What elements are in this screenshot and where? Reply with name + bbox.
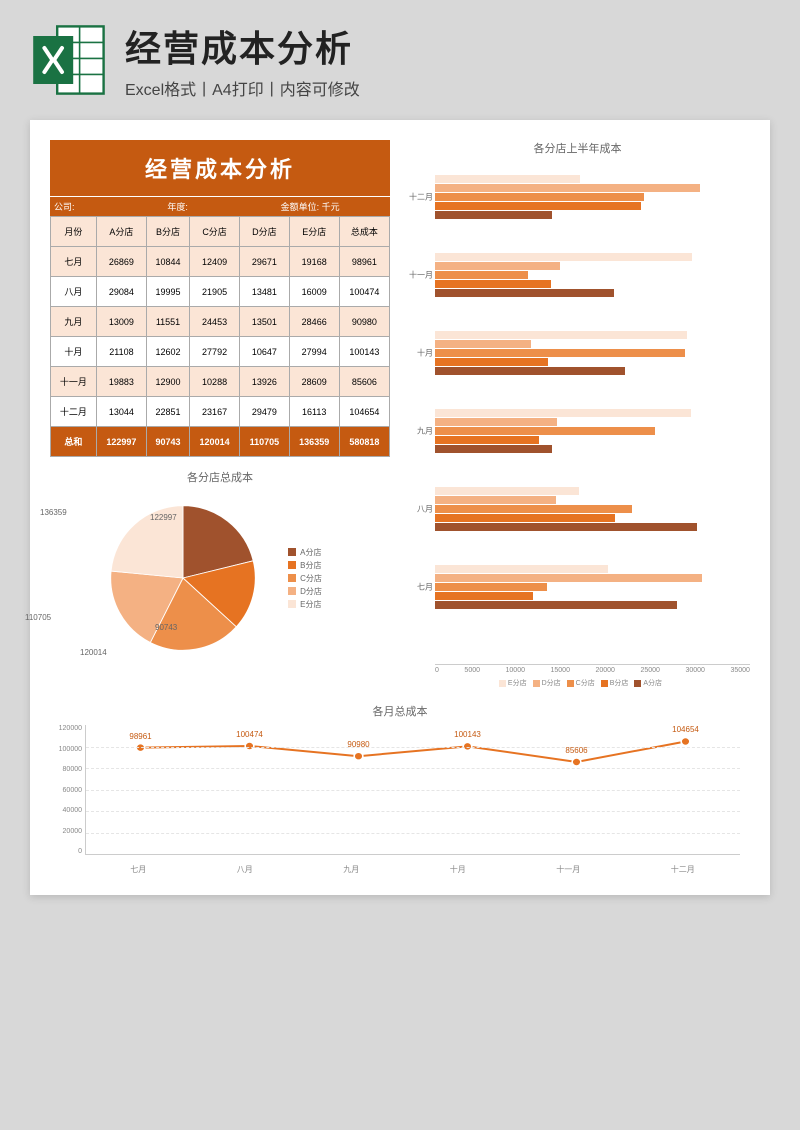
table-header: 总成本 xyxy=(339,217,389,247)
table-row: 十二月1304422851231672947916113104654 xyxy=(51,397,390,427)
pie-title: 各分店总成本 xyxy=(50,469,390,485)
table-header: 月份 xyxy=(51,217,97,247)
table-row: 七月268691084412409296711916898961 xyxy=(51,247,390,277)
excel-icon xyxy=(30,20,110,100)
meta-unit: 金额单位: 千元 xyxy=(277,197,390,216)
hbar-title: 各分店上半年成本 xyxy=(405,140,750,156)
meta-year: 年度: xyxy=(163,197,276,216)
page-title-banner: 经营成本分析 xyxy=(50,140,390,196)
document-page: 经营成本分析 公司: 年度: 金额单位: 千元 月份A分店B分店C分店D分店E分… xyxy=(30,120,770,895)
template-header: 经营成本分析 Excel格式丨A4打印丨内容可修改 xyxy=(0,0,800,120)
table-row: 八月2908419995219051348116009100474 xyxy=(51,277,390,307)
table-row: 十一月198831290010288139262860985606 xyxy=(51,367,390,397)
cost-table: 月份A分店B分店C分店D分店E分店总成本 七月26869108441240929… xyxy=(50,216,390,457)
hbar-legend: E分店D分店C分店B分店A分店 xyxy=(405,678,750,688)
table-header: E分店 xyxy=(289,217,339,247)
table-header: A分店 xyxy=(96,217,146,247)
line-title: 各月总成本 xyxy=(50,703,750,719)
header-subtitle: Excel格式丨A4打印丨内容可修改 xyxy=(125,76,770,100)
pie-chart-section: 各分店总成本 A分店B分店C分店D分店E分店 12299790743120014… xyxy=(50,469,390,663)
table-total-row: 总和12299790743120014110705136359580818 xyxy=(51,427,390,457)
meta-row: 公司: 年度: 金额单位: 千元 xyxy=(50,196,390,216)
line-chart-section: 各月总成本 120000100000800006000040000200000 … xyxy=(50,703,750,875)
table-header: D分店 xyxy=(240,217,289,247)
header-title: 经营成本分析 xyxy=(125,20,770,72)
line-chart: 120000100000800006000040000200000 989611… xyxy=(85,725,740,875)
pie-legend: A分店B分店C分店D分店E分店 xyxy=(288,545,322,612)
table-row: 九月130091155124453135012846690980 xyxy=(51,307,390,337)
table-header: C分店 xyxy=(189,217,239,247)
meta-company: 公司: xyxy=(50,197,163,216)
table-row: 十月2110812602277921064727994100143 xyxy=(51,337,390,367)
hbar-chart: 05000100001500020000250003000035000 十二月十… xyxy=(405,164,750,674)
pie-chart xyxy=(98,493,268,663)
table-header: B分店 xyxy=(147,217,190,247)
